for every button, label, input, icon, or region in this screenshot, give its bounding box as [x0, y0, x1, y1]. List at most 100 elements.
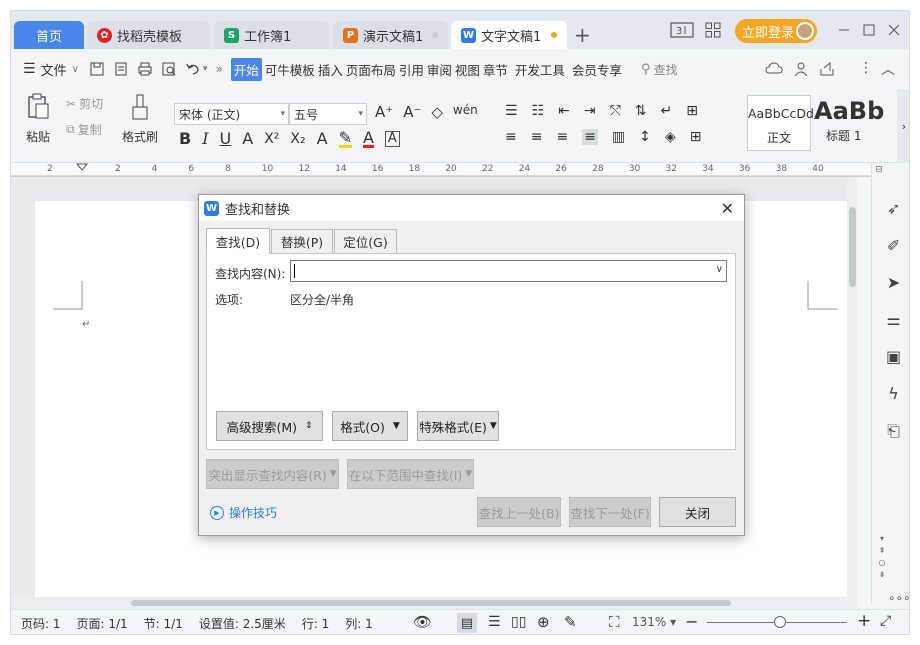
align-center-icon[interactable]: ≡: [531, 129, 543, 145]
tab-replace[interactable]: 替换(P): [271, 229, 333, 253]
undo-dropdown-icon[interactable]: ▾: [203, 64, 208, 74]
minimize-icon[interactable]: [837, 23, 851, 37]
book-search-icon[interactable]: ⎗: [887, 421, 900, 441]
status-row[interactable]: 行: 1: [302, 615, 330, 632]
copy-button[interactable]: ⧉ 复制: [66, 121, 102, 138]
subscript-icon[interactable]: X₂: [290, 131, 305, 147]
chinese-layout-icon[interactable]: ⤲: [610, 103, 621, 119]
shading-icon[interactable]: ◈: [665, 129, 676, 145]
styles-scroll-right[interactable]: ›: [897, 89, 909, 163]
advanced-search-button[interactable]: 高级搜索(M) ⇕: [216, 411, 323, 441]
fullscreen-icon[interactable]: ⤢: [880, 613, 891, 629]
find-next-button[interactable]: 查找下一处(F): [569, 497, 651, 527]
tab-template[interactable]: ✿ 找稻壳模板: [87, 21, 210, 49]
apps-grid-icon[interactable]: [704, 21, 722, 39]
menu-view[interactable]: 视图: [455, 60, 480, 79]
more-chevron-icon[interactable]: »: [215, 62, 222, 76]
tab-presentation[interactable]: P 演示文稿1: [333, 21, 448, 49]
shrink-font-icon[interactable]: A⁻: [403, 103, 421, 121]
undo-icon[interactable]: [185, 61, 201, 77]
highlight-results-button[interactable]: 突出显示查找内容(R) ▼: [206, 459, 339, 489]
phonetic-guide-icon[interactable]: wén: [453, 103, 478, 121]
save-icon[interactable]: [89, 61, 105, 77]
login-button[interactable]: 立即登录: [735, 19, 817, 43]
tab-home[interactable]: 首页: [14, 21, 84, 49]
grow-font-icon[interactable]: A⁺: [375, 103, 393, 121]
decrease-indent-icon[interactable]: ⇤: [558, 103, 570, 119]
cut-button[interactable]: ✂ 剪切: [66, 95, 103, 112]
settings-sliders-icon[interactable]: ⚌: [886, 310, 900, 329]
style-heading1[interactable]: AaBb 标题 1: [811, 95, 897, 151]
print-icon[interactable]: [137, 61, 153, 77]
file-menu[interactable]: ☰ 文件 ∨: [23, 60, 79, 79]
align-right-icon[interactable]: ≡: [556, 129, 568, 145]
horizontal-scrollbar[interactable]: [11, 597, 857, 609]
line-spacing-icon[interactable]: ↕: [639, 129, 651, 145]
find-in-scope-button[interactable]: 在以下范围中查找(I) ▼: [347, 459, 474, 489]
dialog-close-icon[interactable]: ✕: [721, 199, 734, 218]
outline-view-icon[interactable]: ☰: [488, 614, 501, 630]
menu-review[interactable]: 审阅: [427, 60, 452, 79]
font-color-icon[interactable]: A: [362, 129, 374, 148]
tab-document[interactable]: W 文字文稿1: [451, 21, 567, 49]
find-input[interactable]: ∨: [290, 260, 727, 282]
italic-icon[interactable]: I: [202, 129, 208, 148]
justify-icon[interactable]: ≡: [582, 129, 598, 145]
text-effect-icon[interactable]: A: [317, 129, 328, 148]
borders-icon[interactable]: ⊞: [690, 129, 702, 145]
close-dot-icon[interactable]: [432, 32, 438, 38]
char-border-icon[interactable]: A: [384, 130, 400, 147]
scrollbar-thumb[interactable]: [849, 207, 856, 287]
menu-page-layout[interactable]: 页面布局: [346, 60, 396, 79]
status-page[interactable]: 页码: 1: [21, 615, 61, 632]
status-section[interactable]: 节: 1/1: [144, 615, 183, 632]
style-normal[interactable]: AaBbCcDd 正文: [747, 95, 814, 151]
pointer-icon[interactable]: ➤: [887, 273, 900, 292]
unsaved-dot-icon[interactable]: [551, 32, 557, 38]
user-share-icon[interactable]: [793, 61, 809, 77]
underline-icon[interactable]: U: [220, 129, 232, 148]
status-pages[interactable]: 页面: 1/1: [77, 615, 128, 632]
status-col[interactable]: 列: 1: [345, 615, 373, 632]
eye-icon[interactable]: 👁: [413, 613, 432, 631]
paste-button[interactable]: 粘贴: [23, 93, 53, 153]
clear-format-icon[interactable]: ◇: [431, 103, 443, 121]
tab-find[interactable]: 查找(D): [206, 228, 270, 254]
hscrollbar-thumb[interactable]: [131, 600, 731, 606]
special-format-button[interactable]: 特殊格式(E) ▼: [417, 411, 499, 441]
superscript-icon[interactable]: X²: [264, 131, 279, 147]
tips-link[interactable]: ▶ 操作技巧: [210, 504, 277, 521]
lightning-icon[interactable]: ϟ: [888, 384, 899, 403]
menu-home[interactable]: 开始: [230, 57, 262, 81]
collapse-ribbon-icon[interactable]: ︿: [881, 59, 895, 79]
ruler-toggle-icon[interactable]: ⊟: [872, 163, 886, 177]
rocket-icon[interactable]: ➶: [887, 199, 900, 218]
show-marks-icon[interactable]: ↵: [661, 103, 673, 119]
image-edit-icon[interactable]: ▣: [886, 347, 901, 366]
numbered-list-icon[interactable]: ☷: [532, 103, 545, 119]
sort-icon[interactable]: ⇅: [635, 103, 647, 119]
more-options-icon[interactable]: ⋮: [859, 60, 873, 76]
close-window-icon[interactable]: [887, 23, 901, 37]
status-setting[interactable]: 设置值: 2.5厘米: [199, 615, 286, 632]
strikethrough-icon[interactable]: A: [242, 129, 253, 148]
pen-icon[interactable]: ✐: [887, 236, 900, 255]
page-view-icon[interactable]: ▤: [457, 613, 477, 633]
page-nav-icons[interactable]: ▾ ⇞ ○ ⇟: [876, 533, 888, 581]
menu-developer[interactable]: 开发工具: [515, 60, 565, 79]
zoom-in-icon[interactable]: +: [857, 611, 871, 631]
menu-member[interactable]: 会员专享: [572, 60, 622, 79]
zoom-out-icon[interactable]: −: [685, 612, 698, 631]
cloud-sync-icon[interactable]: [765, 61, 783, 77]
find-previous-button[interactable]: 查找上一处(B): [477, 497, 561, 527]
close-button[interactable]: 关闭: [659, 497, 736, 527]
search-box[interactable]: ⚲ 查找: [641, 61, 678, 78]
menu-section[interactable]: 章节: [483, 60, 508, 79]
distribute-icon[interactable]: ▥: [612, 129, 625, 145]
font-family-select[interactable]: 宋体 (正文) ▾: [174, 103, 289, 125]
align-left-icon[interactable]: ≡: [505, 129, 517, 145]
font-size-select[interactable]: 五号 ▾: [289, 103, 367, 125]
menu-insert[interactable]: 插入: [318, 60, 343, 79]
bullet-list-icon[interactable]: ☰: [505, 103, 518, 119]
menu-templates[interactable]: 可牛模板: [265, 60, 315, 79]
